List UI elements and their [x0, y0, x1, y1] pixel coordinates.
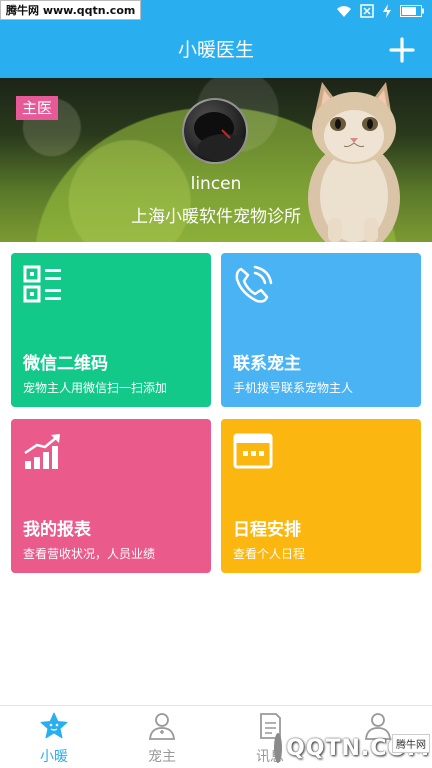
watermark-bottom: QQTN.COM 腾牛网: [270, 728, 430, 768]
calendar-icon: [233, 433, 273, 469]
add-button[interactable]: [384, 32, 420, 68]
card-title: 联系宠主: [233, 354, 301, 374]
card-title: 日程安排: [233, 520, 301, 540]
card-title: 我的报表: [23, 520, 91, 540]
qr-code-icon: [23, 265, 61, 303]
my-report-card[interactable]: 我的报表 查看营收状况，人员业绩: [11, 419, 211, 573]
status-icons: [336, 2, 424, 20]
nav-item-home[interactable]: 小暖: [0, 706, 108, 768]
doctor-icon: [149, 713, 175, 740]
watermark-top: 腾牛网 www.qqtn.com: [0, 0, 142, 20]
card-subtitle: 宠物主人用微信扫一扫添加: [23, 381, 168, 395]
card-subtitle: 查看营收状况，人员业绩: [23, 547, 156, 561]
plus-icon: [389, 37, 415, 63]
card-title: 微信二维码: [23, 354, 108, 374]
nav-label: 宠主: [148, 749, 176, 765]
bar-chart-icon: [24, 434, 60, 469]
status-bar: 腾牛网 www.qqtn.com: [0, 0, 432, 22]
card-subtitle: 手机拨号联系宠物主人: [233, 381, 354, 395]
schedule-card[interactable]: 日程安排 查看个人日程: [221, 419, 421, 573]
role-badge: 主医: [16, 96, 59, 120]
app-screen: 腾牛网 www.qqtn.com 小暖医生 主医 lincen 上海小暖软件宠物…: [0, 0, 432, 768]
charging-icon: [383, 4, 391, 18]
page-title: 小暖医生: [177, 39, 254, 61]
watermark-tag: 腾牛网: [392, 734, 430, 753]
app-header: 小暖医生: [0, 22, 432, 78]
wifi-icon: [337, 6, 351, 17]
wechat-qr-card[interactable]: 微信二维码 宠物主人用微信扫一扫添加: [11, 253, 211, 407]
profile-banner: 主医 lincen 上海小暖软件宠物诊所: [0, 78, 432, 242]
nav-item-owners[interactable]: 宠主: [108, 706, 216, 768]
contact-owner-card[interactable]: 联系宠主 手机拨号联系宠物主人: [221, 253, 421, 407]
nav-label: 小暖: [40, 749, 68, 765]
battery-icon: [400, 5, 424, 17]
card-subtitle: 查看个人日程: [233, 547, 306, 561]
avatar[interactable]: [182, 98, 248, 164]
clinic-name: 上海小暖软件宠物诊所: [131, 207, 301, 227]
no-sim-icon: [360, 4, 374, 18]
watermark-logo-icon: [274, 733, 283, 763]
star-icon: [40, 712, 68, 739]
phone-icon: [235, 265, 273, 303]
username: lincen: [190, 174, 242, 194]
